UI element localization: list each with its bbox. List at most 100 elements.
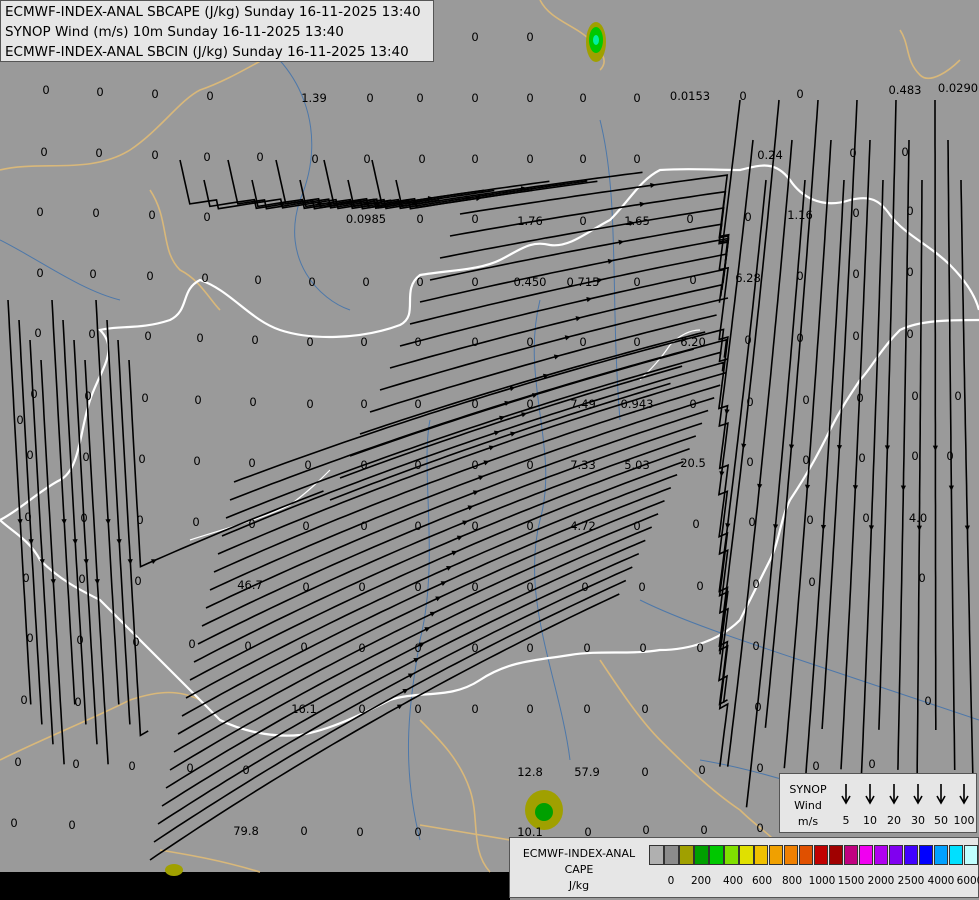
cape-color-swatch	[723, 845, 739, 865]
map-value-label: 0	[414, 397, 421, 411]
map-value-label: 0	[692, 517, 699, 531]
map-value-label: 0	[358, 702, 365, 716]
wind-arrow-icon	[913, 784, 923, 805]
cape-color-swatch	[798, 845, 814, 865]
cape-tick-label: 2000	[867, 875, 895, 887]
map-value-label: 0	[68, 818, 75, 832]
map-value-label: 0	[363, 152, 370, 166]
map-value-label: 0	[918, 571, 925, 585]
map-value-label: 0	[248, 517, 255, 531]
map-value-label: 0	[526, 91, 533, 105]
map-value-label: 0	[638, 580, 645, 594]
map-value-label: 0	[802, 393, 809, 407]
cape-color-swatch	[678, 845, 694, 865]
map-value-label: 0	[72, 757, 79, 771]
map-value-label: 0	[358, 580, 365, 594]
map-bottom-edge	[0, 872, 510, 900]
map-value-label: 0	[128, 759, 135, 773]
map-value-label: 5.03	[624, 458, 650, 472]
map-value-label: 0	[302, 580, 309, 594]
map-value-label: 0	[579, 152, 586, 166]
map-value-label: 0	[633, 275, 640, 289]
map-value-label: 0	[471, 275, 478, 289]
map-value-label: 0	[89, 267, 96, 281]
wind-speed-label: 20	[887, 814, 901, 827]
title-wind: SYNOP Wind (m/s) 10m Sunday 16-11-2025 1…	[5, 24, 344, 40]
map-value-label: 12.8	[517, 765, 543, 779]
wind-legend: SYNOP Wind m/s 5 10 20 30 50 100	[779, 773, 977, 833]
cape-color-swatch	[918, 845, 934, 865]
map-value-label: 1.16	[787, 208, 813, 222]
map-value-label: 0	[248, 456, 255, 470]
map-value-label: 0	[80, 511, 87, 525]
wind-legend-label: SYNOP Wind m/s	[789, 783, 827, 828]
map-value-label: 0	[579, 214, 586, 228]
cape-color-swatch	[888, 845, 904, 865]
map-value-label: 0	[360, 458, 367, 472]
wind-speed-label: 50	[934, 814, 948, 827]
map-value-label: 0	[856, 391, 863, 405]
cape-scale-ticks: 0 200 400 600 800 100015002000250040006000	[649, 875, 979, 889]
map-value-label: 0	[696, 641, 703, 655]
map-value-label: 0	[188, 637, 195, 651]
map-value-label: 0	[901, 145, 908, 159]
cape-tick-label: 2500	[897, 875, 925, 887]
map-value-label: 0	[744, 333, 751, 347]
wind-legend-arrows: 5 10 20 30 50 100	[841, 784, 975, 827]
map-value-label: 0	[304, 458, 311, 472]
map-value-label: 0	[95, 146, 102, 160]
cape-legend: ECMWF-INDEX-ANAL CAPE J/kg 0 200 400 600 800…	[509, 837, 979, 898]
cape-color-swatch	[708, 845, 724, 865]
map-value-label: 0	[300, 824, 307, 838]
map-value-label: 0	[20, 693, 27, 707]
map-value-label: 0	[583, 702, 590, 716]
cape-color-swatch	[768, 845, 784, 865]
map-value-label: 0	[414, 580, 421, 594]
map-value-label: 0	[134, 574, 141, 588]
map-value-label: 0	[471, 335, 478, 349]
map-value-label: 0	[244, 639, 251, 653]
map-value-label: 0	[82, 450, 89, 464]
map-value-label: 0	[700, 823, 707, 837]
map-value-label: 0	[802, 453, 809, 467]
cape-color-swatch	[753, 845, 769, 865]
map-value-label: 0	[40, 145, 47, 159]
map-value-label: 0	[796, 87, 803, 101]
map-value-label: 0	[633, 519, 640, 533]
map-value-label: 0	[526, 397, 533, 411]
map-value-label: 0	[34, 326, 41, 340]
map-value-label: 0	[911, 449, 918, 463]
map-value-label: 7.49	[570, 397, 596, 411]
map-value-label: 0	[26, 448, 33, 462]
map-value-label: 0.450	[514, 275, 547, 289]
wind-arrow-icon	[841, 784, 851, 805]
map-value-label: 0	[579, 91, 586, 105]
map-value-label: 0	[852, 206, 859, 220]
map-value-label: 0	[360, 335, 367, 349]
map-value-label: 0	[203, 210, 210, 224]
map-value-label: 0	[196, 331, 203, 345]
map-value-label: 0	[868, 757, 875, 771]
map-value-label: 0	[746, 395, 753, 409]
map-value-label: 0	[954, 389, 961, 403]
cape-color-swatch	[693, 845, 709, 865]
map-value-label: 0	[858, 451, 865, 465]
map-value-label: 0	[746, 455, 753, 469]
map-value-label: 0	[362, 275, 369, 289]
map-value-label: 0	[356, 825, 363, 839]
map-value-label: 0	[256, 150, 263, 164]
map-value-label: 0	[471, 30, 478, 44]
wind-speed-label: 5	[843, 814, 850, 827]
map-value-label: 0	[203, 150, 210, 164]
map-value-label: 0	[579, 335, 586, 349]
map-value-label: 0	[414, 458, 421, 472]
map-value-label: 0	[739, 89, 746, 103]
map-value-label: 0	[414, 519, 421, 533]
cape-tick-label: 1000	[808, 875, 836, 887]
map-value-label: 16.1	[291, 702, 317, 716]
map-value-label: 0	[36, 266, 43, 280]
wind-speed-label: 10	[863, 814, 877, 827]
cape-color-scale	[649, 845, 979, 865]
map-value-label: 0	[754, 700, 761, 714]
map-value-label: 0	[642, 823, 649, 837]
